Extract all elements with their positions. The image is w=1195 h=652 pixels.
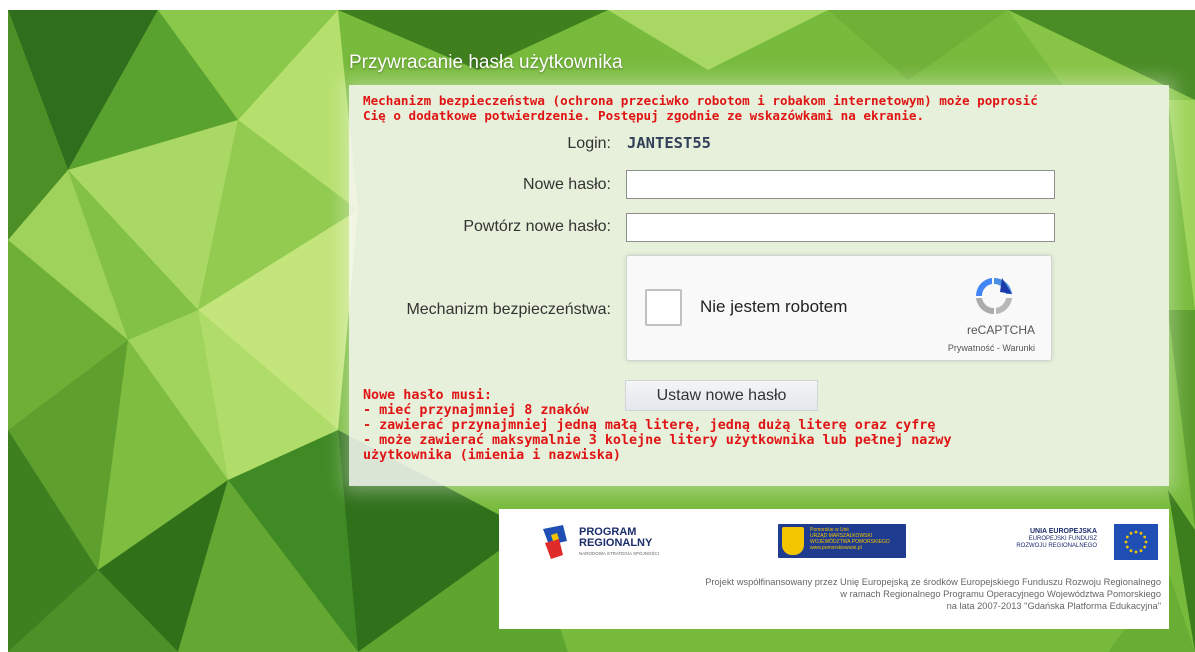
recaptcha-brand: reCAPTCHA bbox=[966, 323, 1035, 337]
rule-item: użytkownika (imienia i nazwiska) bbox=[363, 448, 621, 463]
repeat-password-input[interactable] bbox=[626, 213, 1055, 242]
new-password-input[interactable] bbox=[626, 170, 1055, 199]
pomorskie-line4: www.pomorskiewunii.pl bbox=[810, 545, 862, 551]
rule-item: - zawierać przynajmniej jedną małą liter… bbox=[363, 418, 936, 433]
recaptcha-logo-icon bbox=[975, 277, 1012, 315]
password-rules: Nowe hasło musi: - mieć przynajmniej 8 z… bbox=[363, 388, 1123, 463]
program-logo-line2: REGIONALNY bbox=[579, 537, 653, 549]
eu-logo-text: UNIA EUROPEJSKA EUROPEJSKI FUNDUSZ ROZWO… bbox=[985, 527, 1097, 550]
eu-line3: ROZWOJU REGIONALNEGO bbox=[1016, 543, 1097, 549]
funding-footer: PROGRAM REGIONALNY NARODOWA STRATEGIA SP… bbox=[499, 509, 1169, 629]
recaptcha-widget: Nie jestem robotem reCAPTCHA Prywatność … bbox=[626, 255, 1052, 361]
eu-flag-icon bbox=[1114, 524, 1158, 560]
login-value: JANTEST55 bbox=[627, 134, 711, 152]
eu-line1: UNIA EUROPEJSKA bbox=[1029, 528, 1097, 535]
eu-line2: EUROPEJSKI FUNDUSZ bbox=[1028, 536, 1097, 542]
pomorskie-shield-icon bbox=[782, 527, 804, 555]
rule-item: - mieć przynajmniej 8 znaków bbox=[363, 403, 589, 418]
warning-line-1: Mechanizm bezpieczeństwa (ochrona przeci… bbox=[363, 93, 1038, 108]
warning-line-2: Cię o dodatkowe potwierdzenie. Postępuj … bbox=[363, 108, 925, 123]
program-logo-line3: NARODOWA STRATEGIA SPÓJNOŚCI bbox=[579, 551, 660, 556]
recaptcha-checkbox[interactable] bbox=[645, 289, 682, 326]
funding-text-line1: Projekt współfinansowany przez Unię Euro… bbox=[705, 577, 1161, 587]
login-label: Login: bbox=[567, 135, 611, 152]
new-password-label: Nowe hasło: bbox=[522, 176, 611, 193]
rules-heading: Nowe hasło musi: bbox=[363, 388, 492, 403]
program-regionalny-logo: PROGRAM REGIONALNY NARODOWA STRATEGIA SP… bbox=[541, 523, 691, 561]
page-title: Przywracanie hasła użytkownika bbox=[349, 52, 623, 73]
recaptcha-links[interactable]: Prywatność - Warunki bbox=[948, 343, 1035, 353]
security-label: Mechanizm bezpieczeństwa: bbox=[406, 301, 611, 318]
pomorskie-logo: Pomorskie w Unii URZĄD MARSZAŁKOWSKI WOJ… bbox=[778, 524, 906, 558]
repeat-password-label: Powtórz nowe hasło: bbox=[463, 218, 611, 235]
funding-text-line2: w ramach Regionalnego Programu Operacyjn… bbox=[840, 589, 1161, 599]
funding-text: Projekt współfinansowany przez Unię Euro… bbox=[705, 576, 1161, 612]
recaptcha-label: Nie jestem robotem bbox=[700, 297, 848, 316]
rule-item: - może zawierać maksymalnie 3 kolejne li… bbox=[363, 433, 952, 448]
funding-text-line3: na lata 2007-2013 "Gdańska Platforma Edu… bbox=[946, 601, 1161, 611]
program-regionalny-flag-icon bbox=[543, 525, 567, 559]
security-warning: Mechanizm bezpieczeństwa (ochrona przeci… bbox=[363, 93, 1153, 123]
pomorskie-logo-text: Pomorskie w Unii URZĄD MARSZAŁKOWSKI WOJ… bbox=[810, 527, 890, 551]
